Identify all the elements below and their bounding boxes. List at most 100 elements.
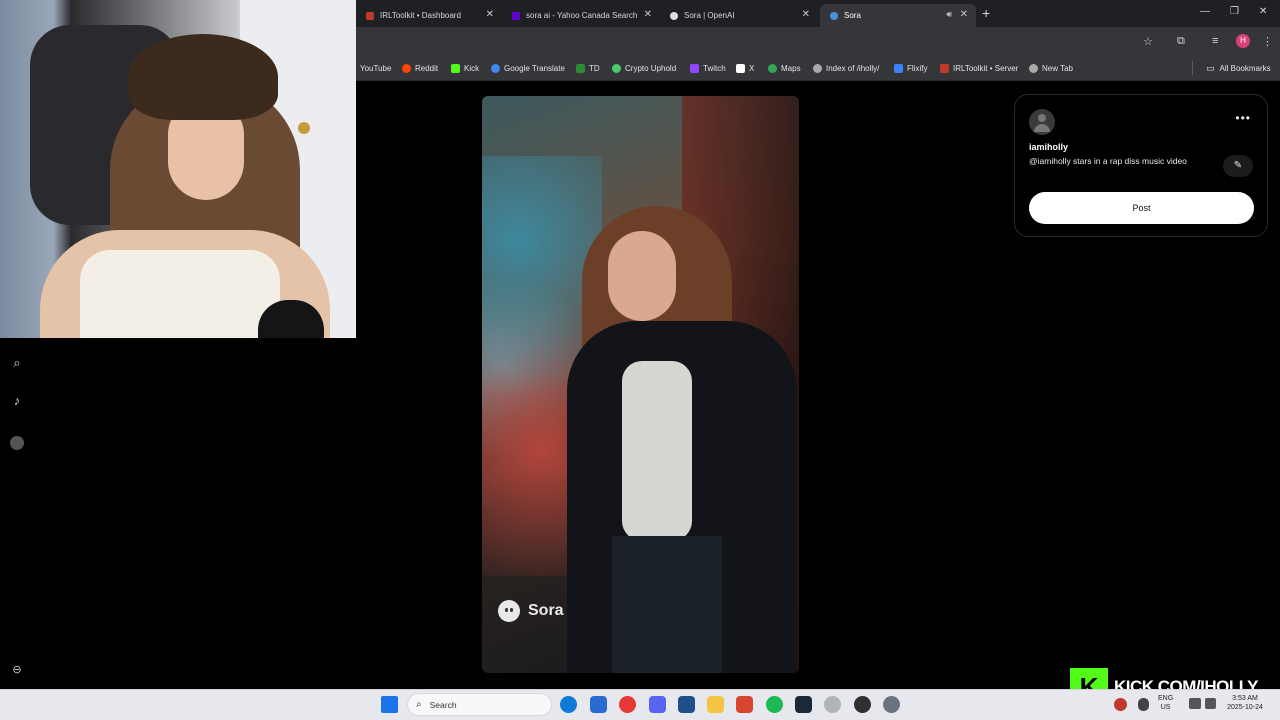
all-bookmarks-folder[interactable]: ▭ All Bookmarks: [1206, 62, 1271, 75]
webcam-overlay: [0, 0, 356, 338]
bookmark-youtube[interactable]: YouTube: [360, 62, 391, 75]
spotify-icon[interactable]: [766, 696, 783, 713]
obs-icon[interactable]: [824, 696, 841, 713]
bookmark-twitch[interactable]: Twitch: [690, 62, 726, 75]
user-avatar-icon[interactable]: [1029, 109, 1055, 135]
bookmark-maps[interactable]: Maps: [768, 62, 801, 75]
language-code: ENG: [1158, 695, 1174, 702]
audio-playing-icon[interactable]: 🔊︎: [946, 9, 952, 20]
clock-date: 2025-10-24: [1227, 704, 1263, 711]
tab-close-icon[interactable]: ✕: [802, 9, 810, 20]
sora-favicon-icon: [830, 11, 838, 20]
media-controls-icon[interactable]: ≡: [1212, 35, 1218, 47]
notifications-bell-icon[interactable]: ♪: [10, 394, 24, 408]
bookmark-flixify[interactable]: Flixify: [894, 62, 927, 75]
sora-watermark: Sora: [498, 600, 564, 622]
maps-pin-icon: [768, 64, 777, 73]
bookmark-star-icon[interactable]: ☆: [1143, 35, 1153, 48]
close-window-icon[interactable]: ✕: [1259, 6, 1267, 17]
bookmark-index-iholly[interactable]: Index of /iholly/: [813, 62, 879, 75]
taskbar-search[interactable]: ⌕ Search: [407, 693, 552, 716]
settings-gear-icon[interactable]: [883, 696, 900, 713]
post-button[interactable]: Post: [1029, 192, 1254, 224]
edge-icon[interactable]: [560, 696, 577, 713]
bookmark-label: All Bookmarks: [1219, 64, 1271, 73]
bookmark-new-tab[interactable]: New Tab: [1029, 62, 1073, 75]
kick-icon: [451, 64, 460, 73]
google-icon: [491, 64, 500, 73]
bookmark-kick[interactable]: Kick: [451, 62, 479, 75]
tab-irltoolkit-dashboard[interactable]: IRLToolkit • Dashboard ✕: [356, 4, 502, 27]
tab-title: Sora | OpenAI: [684, 11, 735, 20]
network-icon[interactable]: [1189, 698, 1201, 709]
sora-video-player[interactable]: [482, 96, 799, 673]
edit-pencil-icon[interactable]: ✎: [1223, 155, 1253, 177]
store-icon[interactable]: [590, 696, 607, 713]
file-explorer-icon[interactable]: [707, 696, 724, 713]
bookmark-label: Crypto Uphold: [625, 64, 677, 73]
bookmarks-divider: [1192, 61, 1193, 75]
bookmark-label: Reddit: [415, 64, 439, 73]
screen: IRLToolkit • Dashboard ✕ sora ai - Yahoo…: [0, 0, 1280, 720]
webcam-streamer-top: [80, 250, 280, 338]
bookmark-label: Kick: [464, 64, 480, 73]
profile-avatar[interactable]: H: [1236, 34, 1250, 48]
more-options-icon[interactable]: ⊖: [10, 663, 24, 677]
extensions-icon[interactable]: ⧉: [1177, 35, 1185, 48]
menu-kebab-icon[interactable]: ⋮: [1262, 35, 1273, 48]
microphone-icon[interactable]: [1138, 698, 1149, 711]
new-tab-icon[interactable]: +: [982, 5, 990, 21]
tray-app-icon[interactable]: [1114, 698, 1127, 711]
bookmark-label: Flixify: [907, 64, 928, 73]
bookmark-label: IRLToolkit • Server: [953, 64, 1019, 73]
minimize-icon[interactable]: —: [1200, 6, 1210, 17]
steam-icon[interactable]: [795, 696, 812, 713]
bookmark-x[interactable]: X: [736, 62, 754, 75]
folder-icon: ▭: [1206, 63, 1215, 73]
bookmark-td[interactable]: TD: [576, 62, 600, 75]
tab-title: IRLToolkit • Dashboard: [380, 11, 461, 20]
uphold-icon: [612, 64, 621, 73]
davinci-icon[interactable]: [854, 696, 871, 713]
system-clock[interactable]: 3:53 AM 2025-10-24: [1225, 694, 1265, 712]
tab-sora-openai[interactable]: Sora | OpenAI ✕: [660, 4, 818, 27]
post-caption: @iamiholly stars in a rap diss music vid…: [1029, 156, 1187, 166]
bookmark-label: Twitch: [703, 64, 726, 73]
windows-taskbar: [0, 689, 1280, 720]
twitch-icon: [690, 64, 699, 73]
shield-icon[interactable]: [678, 696, 695, 713]
bookmark-label: X: [749, 64, 755, 73]
tab-close-icon[interactable]: ✕: [486, 9, 494, 20]
volume-icon[interactable]: [1205, 698, 1216, 709]
bookmark-label: YouTube: [360, 64, 392, 73]
bookmark-reddit[interactable]: Reddit: [402, 62, 438, 75]
bookmark-label: TD: [589, 64, 600, 73]
openai-favicon-icon: [670, 11, 678, 20]
tab-title: sora ai - Yahoo Canada Search: [526, 11, 638, 20]
tab-sora[interactable]: Sora 🔊︎ ✕: [820, 4, 976, 27]
bookmark-label: New Tab: [1042, 64, 1073, 73]
webcam-door-knob: [298, 122, 310, 134]
td-icon: [576, 64, 585, 73]
sora-watermark-text: Sora: [528, 602, 564, 619]
search-icon: ⌕: [416, 699, 422, 710]
tab-yahoo-search[interactable]: sora ai - Yahoo Canada Search ✕: [502, 4, 660, 27]
discord-icon[interactable]: [649, 696, 666, 713]
video-performer-jeans: [612, 536, 722, 673]
bookmark-crypto-uphold[interactable]: Crypto Uphold: [612, 62, 676, 75]
brave-icon[interactable]: [736, 696, 753, 713]
tab-close-icon[interactable]: ✕: [644, 9, 652, 20]
windows-start-icon[interactable]: [381, 696, 398, 713]
post-username[interactable]: iamiholly: [1029, 142, 1068, 152]
bookmark-irltoolkit-server[interactable]: IRLToolkit • Server: [940, 62, 1018, 75]
chrome-icon[interactable]: [619, 696, 636, 713]
search-icon[interactable]: ⌕: [10, 356, 24, 370]
more-options-icon[interactable]: •••: [1235, 111, 1251, 125]
restore-icon[interactable]: ❐: [1230, 6, 1239, 17]
profile-avatar-icon[interactable]: [10, 436, 24, 450]
region-code: US: [1160, 704, 1171, 711]
x-icon: [736, 64, 745, 73]
language-indicator[interactable]: ENG US: [1158, 694, 1173, 712]
bookmark-google-translate[interactable]: Google Translate: [491, 62, 565, 75]
tab-close-icon[interactable]: ✕: [960, 9, 968, 20]
